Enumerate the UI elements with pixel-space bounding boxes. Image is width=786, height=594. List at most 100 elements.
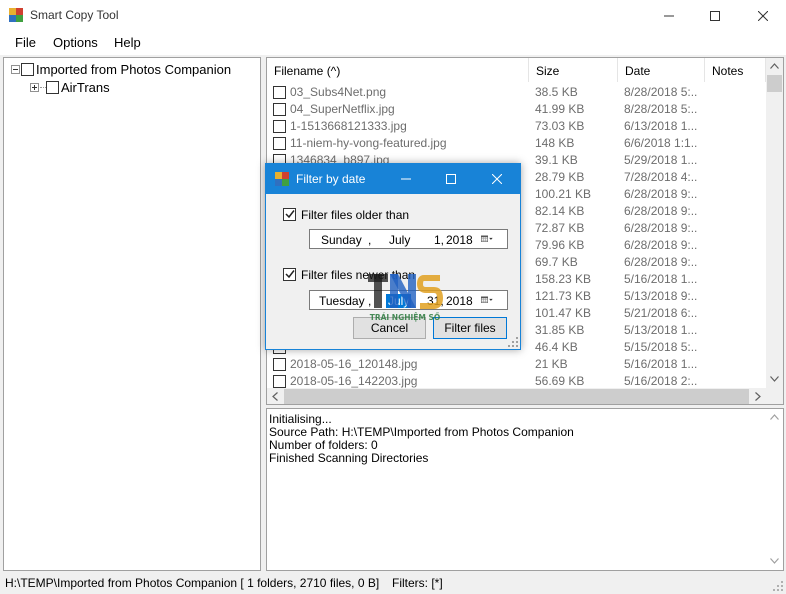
table-row[interactable]: 2018-05-16_120148.jpg 21 KB 5/16/2018 1... — [267, 356, 767, 373]
app-icon — [9, 8, 23, 22]
file-date: 6/28/2018 9:... — [624, 238, 698, 252]
scroll-left-icon[interactable] — [272, 392, 278, 401]
vertical-scrollbar[interactable] — [766, 58, 783, 388]
scroll-down-icon[interactable] — [770, 558, 779, 564]
file-size: 31.85 KB — [535, 323, 585, 337]
collapse-icon[interactable] — [11, 64, 20, 74]
maximize-button[interactable] — [692, 0, 738, 31]
file-date: 8/28/2018 5:... — [624, 102, 698, 116]
horizontal-scrollbar[interactable] — [267, 388, 766, 404]
scroll-thumb[interactable] — [767, 75, 782, 92]
file-name: 2018-05-16_120148.jpg — [290, 357, 418, 371]
file-date: 5/29/2018 1... — [624, 153, 698, 167]
file-date: 6/6/2018 1:1... — [624, 136, 698, 150]
dialog-title: Filter by date — [296, 172, 366, 186]
column-notes[interactable]: Notes — [705, 58, 766, 82]
table-row[interactable]: 1-1513668121333.jpg 73.03 KB 6/13/2018 1..… — [267, 118, 767, 135]
tree-item-imported[interactable]: Imported from Photos Companion — [11, 60, 231, 78]
row-checkbox[interactable] — [273, 103, 286, 116]
file-size: 121.73 KB — [535, 289, 592, 303]
date-month[interactable]: July — [389, 233, 410, 247]
resize-grip-icon[interactable] — [508, 337, 518, 347]
date-month[interactable]: July — [386, 294, 412, 308]
scroll-right-icon[interactable] — [755, 392, 761, 401]
scroll-thumb[interactable] — [284, 389, 749, 404]
file-size: 101.47 KB — [535, 306, 592, 320]
app-icon — [275, 172, 289, 186]
close-button[interactable] — [740, 0, 786, 31]
file-size: 38.5 KB — [535, 85, 578, 99]
folder-tree[interactable]: Imported from Photos Companion AirTrans — [3, 57, 261, 571]
file-date: 6/28/2018 9:... — [624, 187, 698, 201]
newer-than-label: Filter files newer than — [301, 268, 416, 282]
date-day[interactable]: 31, — [427, 294, 444, 308]
date-day[interactable]: 1, — [434, 233, 444, 247]
scroll-down-icon[interactable] — [770, 376, 779, 382]
table-row[interactable]: 04_SuperNetflix.jpg 41.99 KB 8/28/2018 5:.… — [267, 101, 767, 118]
file-name: 2018-05-16_142203.jpg — [290, 374, 418, 388]
file-size: 100.21 KB — [535, 187, 592, 201]
log-output[interactable]: Initialising... Source Path: H:\TEMP\Imp… — [266, 408, 784, 571]
file-date: 5/16/2018 1... — [624, 272, 698, 286]
checkmark-icon — [285, 210, 295, 219]
log-line: Source Path: H:\TEMP\Imported from Photo… — [269, 425, 574, 439]
scroll-up-icon[interactable] — [770, 414, 779, 420]
older-than-datepicker[interactable]: Sunday , July 1, 2018 — [309, 229, 508, 249]
calendar-dropdown-icon[interactable] — [481, 294, 495, 306]
tree-checkbox[interactable] — [46, 80, 59, 94]
column-filename[interactable]: Filename (^) — [267, 58, 529, 82]
menu-options[interactable]: Options — [53, 35, 98, 50]
row-checkbox[interactable] — [273, 86, 286, 99]
tree-checkbox[interactable] — [21, 62, 34, 76]
table-row[interactable]: 03_Subs4Net.png 38.5 KB 8/28/2018 5:... — [267, 84, 767, 101]
minimize-button[interactable] — [646, 0, 692, 31]
date-weekday[interactable]: Sunday — [321, 233, 362, 247]
title-bar: Smart Copy Tool — [0, 0, 786, 31]
menu-bar: File Options Help — [0, 31, 786, 55]
expand-icon[interactable] — [30, 82, 39, 92]
newer-than-datepicker[interactable]: Tuesday , July 31, 2018 — [309, 290, 508, 310]
file-date: 5/13/2018 9:... — [624, 289, 698, 303]
dialog-minimize-button[interactable] — [383, 164, 429, 194]
file-name: 04_SuperNetflix.jpg — [290, 102, 395, 116]
row-checkbox[interactable] — [273, 375, 286, 388]
calendar-dropdown-icon[interactable] — [481, 233, 495, 245]
menu-file[interactable]: File — [15, 35, 36, 50]
file-date: 5/15/2018 5:... — [624, 340, 698, 354]
column-date[interactable]: Date — [618, 58, 705, 82]
file-date: 5/21/2018 6:... — [624, 306, 698, 320]
filter-files-button[interactable]: Filter files — [433, 317, 507, 339]
dialog-close-button[interactable] — [474, 164, 520, 194]
file-date: 7/28/2018 4:... — [624, 170, 698, 184]
newer-than-checkbox[interactable] — [283, 268, 296, 281]
resize-grip-icon[interactable] — [773, 581, 783, 591]
row-checkbox[interactable] — [273, 137, 286, 150]
log-scrollbar[interactable] — [766, 409, 783, 570]
file-size: 56.69 KB — [535, 374, 585, 388]
scroll-up-icon[interactable] — [770, 63, 779, 69]
older-than-checkbox[interactable] — [283, 208, 296, 221]
maximize-icon — [710, 10, 720, 21]
maximize-icon — [446, 174, 456, 184]
column-size[interactable]: Size — [529, 58, 618, 82]
tree-item-airtrans[interactable]: AirTrans — [30, 78, 110, 96]
date-year[interactable]: 2018 — [446, 233, 473, 247]
minimize-icon — [664, 15, 674, 16]
row-checkbox[interactable] — [273, 358, 286, 371]
date-separator: , — [368, 294, 372, 308]
table-row[interactable]: 11-niem-hy-vong-featured.jpg 148 KB 6/6/20… — [267, 135, 767, 152]
row-checkbox[interactable] — [273, 120, 286, 133]
file-date: 6/28/2018 9:... — [624, 204, 698, 218]
date-year[interactable]: 2018 — [446, 294, 473, 308]
cancel-button[interactable]: Cancel — [353, 317, 426, 339]
scroll-corner — [766, 388, 783, 404]
file-date: 6/28/2018 9:... — [624, 255, 698, 269]
checkmark-icon — [285, 270, 295, 279]
file-size: 82.14 KB — [535, 204, 585, 218]
date-weekday[interactable]: Tuesday — [319, 294, 365, 308]
dialog-maximize-button[interactable] — [428, 164, 474, 194]
date-separator: , — [368, 233, 372, 247]
file-size: 72.87 KB — [535, 221, 585, 235]
tree-item-label: AirTrans — [61, 79, 110, 95]
menu-help[interactable]: Help — [114, 35, 141, 50]
